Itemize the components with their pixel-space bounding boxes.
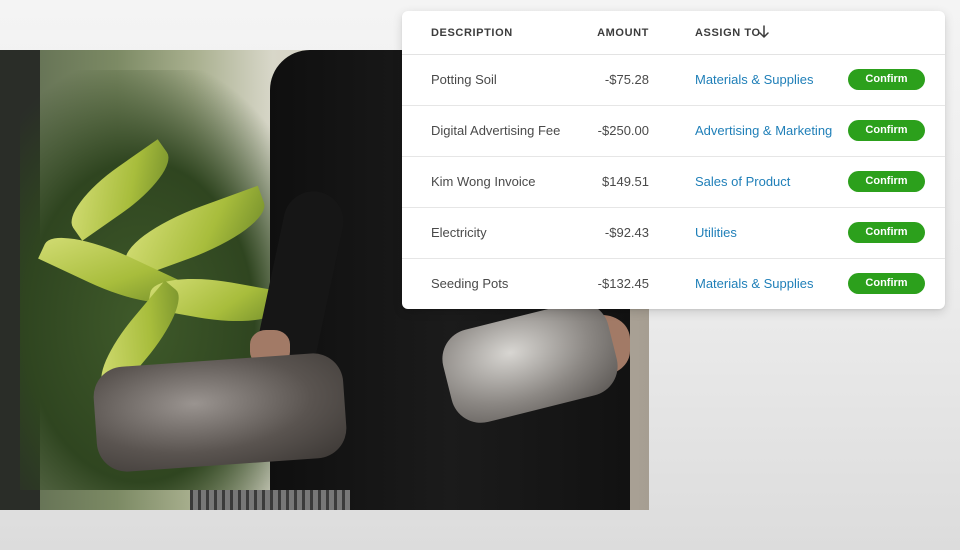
row-amount: -$132.45 bbox=[597, 276, 649, 291]
table-row: Electricity -$92.43 Utilities Confirm bbox=[402, 208, 945, 259]
row-description: Electricity bbox=[431, 225, 487, 240]
transactions-card: DESCRIPTION AMOUNT ASSIGN TO Potting Soi… bbox=[402, 11, 945, 309]
table-row: Digital Advertising Fee -$250.00 Adverti… bbox=[402, 106, 945, 157]
soil-bag bbox=[91, 351, 349, 474]
row-description: Kim Wong Invoice bbox=[431, 174, 536, 189]
confirm-button[interactable]: Confirm bbox=[848, 222, 925, 243]
table-row: Seeding Pots -$132.45 Materials & Suppli… bbox=[402, 259, 945, 309]
row-category-link[interactable]: Materials & Supplies bbox=[695, 72, 814, 87]
table-row: Kim Wong Invoice $149.51 Sales of Produc… bbox=[402, 157, 945, 208]
row-amount: -$75.28 bbox=[604, 72, 649, 87]
column-header-description[interactable]: DESCRIPTION bbox=[431, 27, 513, 39]
row-description: Digital Advertising Fee bbox=[431, 123, 561, 138]
row-category-link[interactable]: Advertising & Marketing bbox=[695, 123, 832, 138]
wire-rack bbox=[190, 490, 350, 510]
column-header-amount[interactable]: AMOUNT bbox=[597, 27, 649, 39]
row-category-link[interactable]: Materials & Supplies bbox=[695, 276, 814, 291]
row-category-link[interactable]: Sales of Product bbox=[695, 174, 790, 189]
row-category-link[interactable]: Utilities bbox=[695, 225, 737, 240]
table-header: DESCRIPTION AMOUNT ASSIGN TO bbox=[402, 11, 945, 55]
row-description: Potting Soil bbox=[431, 72, 497, 87]
confirm-button[interactable]: Confirm bbox=[848, 171, 925, 192]
row-amount: -$92.43 bbox=[604, 225, 649, 240]
row-amount: $149.51 bbox=[602, 174, 649, 189]
table-row: Potting Soil -$75.28 Materials & Supplie… bbox=[402, 55, 945, 106]
row-description: Seeding Pots bbox=[431, 276, 509, 291]
confirm-button[interactable]: Confirm bbox=[848, 273, 925, 294]
confirm-button[interactable]: Confirm bbox=[848, 69, 925, 90]
confirm-button[interactable]: Confirm bbox=[848, 120, 925, 141]
row-amount: -$250.00 bbox=[597, 123, 649, 138]
arrow-down-icon[interactable] bbox=[758, 25, 770, 39]
column-header-assign-to[interactable]: ASSIGN TO bbox=[695, 27, 761, 39]
